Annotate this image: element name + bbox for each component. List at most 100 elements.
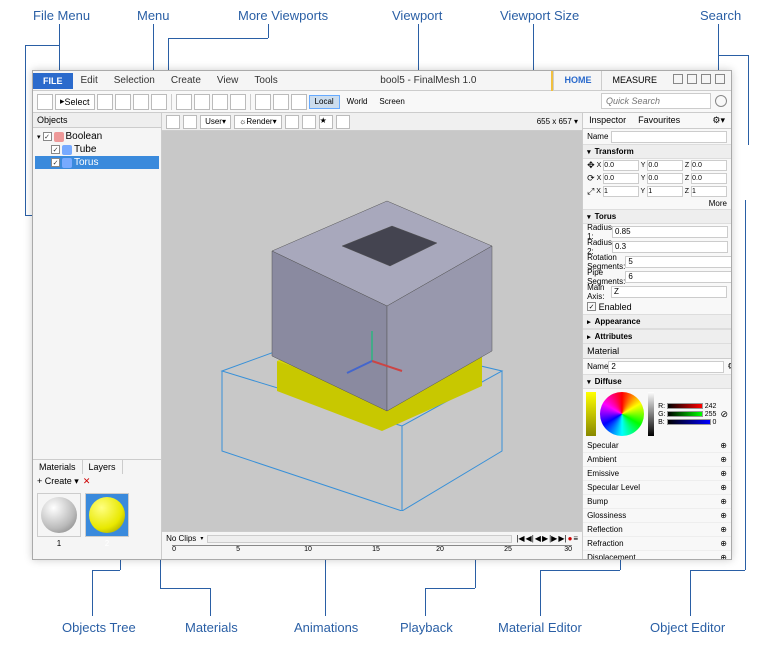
mainaxis-input[interactable] [611, 286, 727, 298]
scale-y-input[interactable] [647, 186, 683, 197]
prop-bump[interactable]: Bump⊕ [583, 495, 731, 509]
more-button[interactable]: More [709, 199, 727, 208]
enabled-checkbox[interactable]: ✓ [587, 302, 596, 311]
tree-item-tube[interactable]: ✓ Tube [35, 143, 159, 156]
tab-favourites[interactable]: Favourites [632, 113, 686, 128]
file-menu-button[interactable]: FILE [33, 73, 73, 89]
prop-specular[interactable]: Specular⊕ [583, 439, 731, 453]
prop-specular-level[interactable]: Specular Level⊕ [583, 481, 731, 495]
section-diffuse[interactable]: ▾Diffuse [583, 374, 731, 389]
record-icon[interactable]: ● [568, 534, 573, 543]
material-name-input[interactable] [608, 361, 724, 373]
vp-shade-icon[interactable] [285, 115, 299, 129]
search-input[interactable] [601, 93, 711, 109]
tool-rotate-icon[interactable] [115, 94, 131, 110]
rot-y-input[interactable] [647, 173, 682, 184]
prev-frame-icon[interactable]: ◀| [526, 534, 534, 543]
tool-zoom-icon[interactable] [176, 94, 192, 110]
play-back-icon[interactable]: ◀ [535, 534, 541, 543]
vp-layout-icon[interactable] [166, 115, 180, 129]
radius2-input[interactable] [612, 241, 728, 253]
coord-screen[interactable]: Screen [374, 95, 409, 109]
prop-glossiness[interactable]: Glossiness⊕ [583, 509, 731, 523]
tool-move-icon[interactable] [97, 94, 113, 110]
material-thumb-2[interactable]: 2 [85, 493, 129, 537]
prop-refraction[interactable]: Refraction⊕ [583, 537, 731, 551]
pin-icon[interactable] [673, 74, 683, 84]
checkbox-icon[interactable]: ✓ [51, 145, 60, 154]
vp-user-dropdown[interactable]: User ▾ [200, 115, 231, 129]
gear-icon[interactable]: ⚙▾ [727, 361, 731, 372]
tab-materials[interactable]: Materials [33, 460, 83, 474]
prop-reflection[interactable]: Reflection⊕ [583, 523, 731, 537]
material-thumb-1[interactable]: 1 [37, 493, 81, 537]
coord-world[interactable]: World [342, 95, 373, 109]
pos-y-input[interactable] [647, 160, 682, 171]
tree-item-torus[interactable]: ✓ Torus [35, 156, 159, 169]
no-texture-icon[interactable]: ⊘ [720, 409, 728, 420]
viewport-3d[interactable] [162, 131, 582, 531]
timeline-ruler[interactable]: 0 5 10 15 20 25 30 [172, 545, 572, 555]
pipeseg-input[interactable] [625, 271, 731, 283]
tool-orbit-icon[interactable] [212, 94, 228, 110]
pos-z-input[interactable] [691, 160, 727, 171]
vp-cam-icon[interactable] [183, 115, 197, 129]
move-icon[interactable]: ✥ [587, 160, 595, 171]
scale-z-input[interactable] [691, 186, 727, 197]
tab-home[interactable]: HOME [553, 71, 601, 91]
gear-icon[interactable]: ⚙▾ [706, 113, 731, 128]
materials-create-button[interactable]: + Create ▾ [37, 476, 79, 487]
scale-icon[interactable]: ⤢ [587, 186, 594, 197]
tool-pan-icon[interactable] [194, 94, 210, 110]
tree-root[interactable]: ▾ ✓ Boolean [35, 130, 159, 143]
object-name-input[interactable] [611, 131, 727, 143]
coord-local[interactable]: Local [309, 95, 340, 109]
next-frame-icon[interactable]: |▶ [549, 534, 557, 543]
tool-axis-z-icon[interactable] [291, 94, 307, 110]
menu-create[interactable]: Create [163, 72, 209, 89]
prop-displacement[interactable]: Displacement⊕ [583, 551, 731, 559]
play-icon[interactable]: ▶ [542, 534, 548, 543]
close-win-icon[interactable] [715, 74, 725, 84]
section-attributes[interactable]: ▸Attributes [583, 329, 731, 344]
max-icon[interactable] [701, 74, 711, 84]
vp-light-icon[interactable] [302, 115, 316, 129]
rot-z-input[interactable] [691, 173, 727, 184]
tool-select[interactable]: ▸ Select [55, 94, 95, 110]
scale-x-input[interactable] [603, 186, 639, 197]
menu-edit[interactable]: Edit [73, 72, 106, 89]
pos-x-input[interactable] [603, 160, 638, 171]
menu-selection[interactable]: Selection [106, 72, 163, 89]
timeline-clips-label[interactable]: No Clips [166, 534, 196, 543]
search-icon[interactable] [715, 95, 727, 107]
section-transform[interactable]: ▾Transform [583, 144, 731, 159]
vp-grid-icon[interactable] [336, 115, 350, 129]
g-slider[interactable] [667, 411, 702, 417]
vp-star-icon[interactable]: ★ [319, 115, 333, 129]
vp-render-dropdown[interactable]: ☼ Render ▾ [234, 115, 282, 129]
section-appearance[interactable]: ▸Appearance [583, 314, 731, 329]
tab-inspector[interactable]: Inspector [583, 113, 632, 128]
tool-axis-x-icon[interactable] [255, 94, 271, 110]
tool-measure-icon[interactable] [151, 94, 167, 110]
tab-layers[interactable]: Layers [83, 460, 123, 474]
r-slider[interactable] [667, 403, 703, 409]
timeline-scrubber[interactable] [207, 535, 512, 543]
value-slider[interactable] [648, 392, 654, 436]
prop-ambient[interactable]: Ambient⊕ [583, 453, 731, 467]
tool-axis-y-icon[interactable] [273, 94, 289, 110]
diffuse-swatch[interactable] [586, 392, 596, 436]
b-slider[interactable] [667, 419, 711, 425]
menu-tools[interactable]: Tools [246, 72, 285, 89]
min-icon[interactable] [687, 74, 697, 84]
rotate-icon[interactable]: ⟳ [587, 173, 595, 184]
color-wheel[interactable] [600, 392, 644, 436]
prop-emissive[interactable]: Emissive⊕ [583, 467, 731, 481]
tab-measure[interactable]: MEASURE [601, 71, 667, 91]
radius1-input[interactable] [612, 226, 728, 238]
tool-fit-icon[interactable] [230, 94, 246, 110]
goto-start-icon[interactable]: |◀ [516, 534, 524, 543]
rot-x-input[interactable] [603, 173, 638, 184]
materials-delete-button[interactable]: ✕ [83, 476, 91, 487]
checkbox-icon[interactable]: ✓ [43, 132, 52, 141]
